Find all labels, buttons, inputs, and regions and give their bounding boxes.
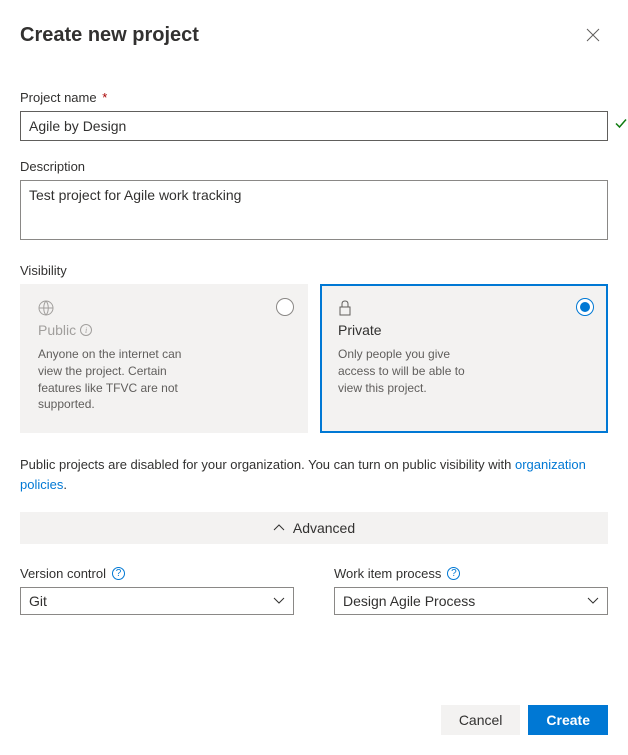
project-name-input-row bbox=[20, 111, 608, 141]
description-field: Description Test project for Agile work … bbox=[20, 159, 608, 245]
advanced-selects: Version control ? Git Work item process … bbox=[20, 566, 608, 615]
work-item-process-label-row: Work item process ? bbox=[334, 566, 608, 581]
project-name-input[interactable] bbox=[20, 111, 608, 141]
visibility-label: Visibility bbox=[20, 263, 608, 278]
visibility-section: Visibility Public i Anyone on the intern… bbox=[20, 263, 608, 494]
advanced-label: Advanced bbox=[293, 520, 355, 536]
work-item-process-label: Work item process bbox=[334, 566, 441, 581]
create-button[interactable]: Create bbox=[528, 705, 608, 735]
note-suffix: . bbox=[63, 477, 67, 492]
dialog-footer: Cancel Create bbox=[20, 705, 608, 735]
lock-icon bbox=[338, 300, 590, 318]
help-icon[interactable]: ? bbox=[112, 567, 125, 580]
description-label: Description bbox=[20, 159, 608, 174]
public-title: Public bbox=[38, 322, 76, 338]
version-control-field: Version control ? Git bbox=[20, 566, 294, 615]
chevron-down-icon bbox=[273, 597, 285, 605]
public-radio bbox=[276, 298, 294, 316]
cancel-button[interactable]: Cancel bbox=[441, 705, 521, 735]
private-radio[interactable] bbox=[576, 298, 594, 316]
public-description: Anyone on the internet can view the proj… bbox=[38, 346, 188, 413]
work-item-process-value: Design Agile Process bbox=[343, 593, 475, 609]
project-name-label-text: Project name bbox=[20, 90, 97, 105]
project-name-label: Project name * bbox=[20, 90, 608, 105]
checkmark-icon bbox=[614, 117, 628, 136]
help-icon[interactable]: ? bbox=[447, 567, 460, 580]
dialog-title: Create new project bbox=[20, 24, 199, 47]
dialog-header: Create new project bbox=[20, 20, 608, 50]
chevron-up-icon bbox=[273, 524, 285, 532]
version-control-select[interactable]: Git bbox=[20, 587, 294, 615]
visibility-note: Public projects are disabled for your or… bbox=[20, 455, 608, 494]
description-input[interactable]: Test project for Agile work tracking bbox=[20, 180, 608, 240]
private-description: Only people you give access to will be a… bbox=[338, 346, 488, 396]
version-control-label: Version control bbox=[20, 566, 106, 581]
globe-icon bbox=[38, 300, 290, 318]
info-icon[interactable]: i bbox=[80, 324, 92, 336]
create-project-dialog: Create new project Project name * Descri… bbox=[0, 0, 628, 755]
chevron-down-icon bbox=[587, 597, 599, 605]
private-title: Private bbox=[338, 322, 590, 338]
visibility-private-card[interactable]: Private Only people you give access to w… bbox=[320, 284, 608, 433]
work-item-process-select[interactable]: Design Agile Process bbox=[334, 587, 608, 615]
advanced-toggle[interactable]: Advanced bbox=[20, 512, 608, 544]
version-control-value: Git bbox=[29, 593, 47, 609]
work-item-process-field: Work item process ? Design Agile Process bbox=[334, 566, 608, 615]
required-asterisk: * bbox=[102, 90, 107, 105]
public-title-row: Public i bbox=[38, 322, 290, 338]
visibility-public-card: Public i Anyone on the internet can view… bbox=[20, 284, 308, 433]
visibility-cards: Public i Anyone on the internet can view… bbox=[20, 284, 608, 433]
note-prefix: Public projects are disabled for your or… bbox=[20, 457, 515, 472]
project-name-field: Project name * bbox=[20, 90, 608, 141]
close-button[interactable] bbox=[578, 20, 608, 50]
version-control-label-row: Version control ? bbox=[20, 566, 294, 581]
close-icon bbox=[586, 28, 600, 42]
